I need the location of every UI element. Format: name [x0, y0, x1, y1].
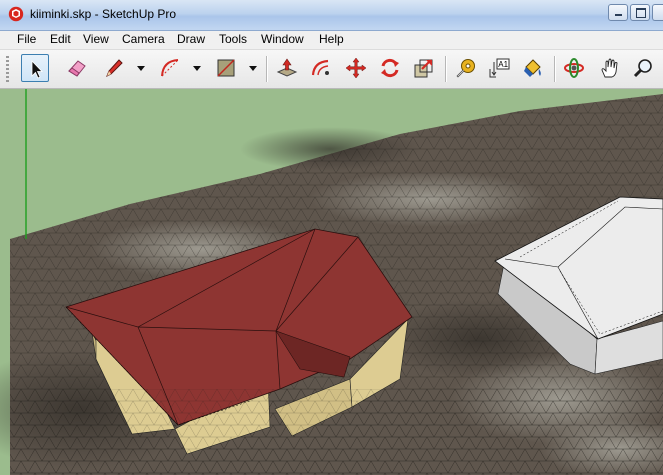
tape-measure-tool-button[interactable]	[451, 54, 479, 82]
push-pull-tool-button[interactable]	[273, 54, 301, 82]
toolbar-separator	[554, 56, 556, 82]
magnifier-icon	[633, 59, 652, 78]
menu-tools[interactable]: Tools	[218, 32, 248, 46]
window-title: kiiminki.skp - SketchUp Pro	[30, 7, 177, 21]
paint-bucket-tool-button[interactable]	[519, 54, 547, 82]
rotate-icon	[381, 58, 399, 78]
rectangle-dropdown-arrow-icon[interactable]	[248, 62, 258, 74]
push-pull-icon	[276, 58, 298, 77]
minimize-button[interactable]	[608, 4, 628, 21]
hand-icon	[601, 58, 618, 78]
rectangle-icon	[217, 59, 235, 77]
menu-help[interactable]: Help	[318, 32, 345, 46]
minimize-icon	[615, 14, 622, 16]
line-tool-button[interactable]	[100, 54, 128, 82]
paint-bucket-icon	[524, 59, 541, 77]
text-icon: A1	[489, 58, 510, 78]
orbit-icon	[564, 58, 584, 78]
offset-icon	[311, 59, 329, 76]
toolbar-separator	[445, 56, 447, 82]
offset-tool-button[interactable]	[307, 54, 335, 82]
scale-tool-button[interactable]	[410, 54, 438, 82]
arc-tool-button[interactable]	[156, 54, 184, 82]
arc-icon	[161, 59, 179, 77]
scene-canvas[interactable]	[0, 89, 663, 475]
title-bar: kiiminki.skp - SketchUp Pro	[0, 0, 663, 31]
modeling-viewport[interactable]	[0, 89, 663, 475]
pan-tool-button[interactable]	[596, 54, 624, 82]
menu-window[interactable]: Window	[260, 32, 305, 46]
menu-camera[interactable]: Camera	[121, 32, 166, 46]
zoom-tool-button[interactable]	[630, 54, 658, 82]
menu-view[interactable]: View	[82, 32, 110, 46]
line-dropdown-arrow-icon[interactable]	[136, 62, 146, 74]
maximize-icon	[636, 8, 646, 18]
menu-file[interactable]: File	[16, 32, 37, 46]
rectangle-tool-button[interactable]	[212, 54, 240, 82]
text-tool-button[interactable]: A1	[485, 54, 513, 82]
sketchup-app-icon	[8, 6, 24, 22]
orbit-tool-button[interactable]	[560, 54, 588, 82]
arrow-cursor-icon	[31, 60, 43, 79]
toolbar-grip[interactable]	[6, 56, 9, 82]
text-tool-label: A1	[498, 60, 508, 69]
main-toolbar: A1	[0, 50, 663, 89]
move-icon	[345, 57, 367, 79]
select-tool-button[interactable]	[21, 54, 49, 82]
close-button[interactable]	[652, 4, 663, 21]
toolbar-separator	[266, 56, 268, 82]
move-tool-button[interactable]	[342, 54, 370, 82]
rotate-tool-button[interactable]	[376, 54, 404, 82]
menu-bar: File Edit View Camera Draw Tools Window …	[0, 31, 663, 50]
terrain-mesh-foreground	[10, 389, 663, 475]
scale-icon	[414, 59, 433, 78]
maximize-button[interactable]	[630, 4, 650, 21]
tape-measure-icon	[456, 59, 475, 78]
pencil-icon	[106, 59, 123, 78]
eraser-tool-button[interactable]	[63, 54, 91, 82]
menu-draw[interactable]: Draw	[176, 32, 206, 46]
menu-edit[interactable]: Edit	[49, 32, 72, 46]
arc-dropdown-arrow-icon[interactable]	[192, 62, 202, 74]
eraser-icon	[68, 60, 86, 77]
